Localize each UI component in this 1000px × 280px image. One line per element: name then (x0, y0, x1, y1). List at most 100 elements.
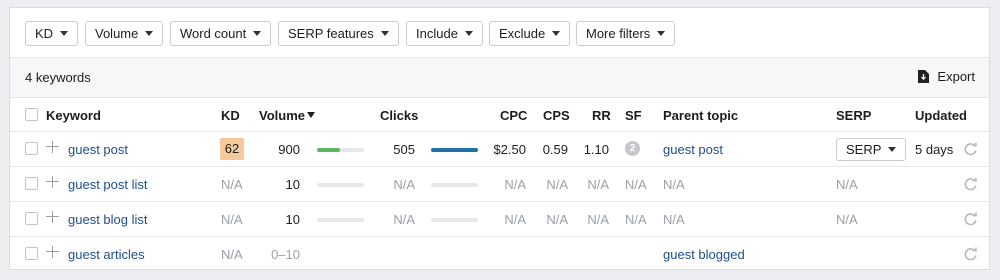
clicks-value: N/A (393, 177, 415, 192)
plus-icon[interactable] (46, 175, 59, 188)
keywords-panel: KD Volume Word count SERP features Inclu… (9, 7, 990, 270)
refresh-icon[interactable] (963, 247, 978, 262)
col-cps[interactable]: CPS (543, 108, 570, 123)
keyword-count: 4 keywords (25, 70, 91, 85)
volume-value: 10 (285, 212, 300, 227)
export-label: Export (937, 69, 975, 84)
filter-word-count-button[interactable]: Word count (170, 21, 272, 46)
serp-dropdown-button[interactable]: SERP (836, 138, 907, 161)
rr-value: N/A (587, 177, 609, 192)
filter-bar: KD Volume Word count SERP features Inclu… (10, 8, 989, 58)
clicks-bar (431, 183, 478, 187)
cpc-value: N/A (504, 212, 526, 227)
col-clicks[interactable]: Clicks (380, 108, 418, 123)
cpc-value: $2.50 (493, 142, 526, 157)
volume-value: 0–10 (271, 247, 300, 262)
row-checkbox[interactable] (25, 177, 38, 190)
table-row: guest post list N/A 10 N/A N/A N/A N/A N… (10, 167, 989, 202)
plus-icon[interactable] (46, 140, 59, 153)
rr-value: 1.10 (583, 142, 609, 157)
col-cpc[interactable]: CPC (500, 108, 527, 123)
clicks-bar (431, 218, 478, 222)
clicks-value: 505 (393, 142, 415, 157)
cps-value: N/A (546, 177, 568, 192)
rr-value: N/A (587, 212, 609, 227)
serp-value: N/A (836, 212, 858, 227)
kd-badge: 62 (220, 138, 244, 160)
keyword-link[interactable]: guest blog list (68, 212, 148, 227)
table-row: guest blog list N/A 10 N/A N/A N/A N/A N… (10, 202, 989, 237)
select-all-checkbox[interactable] (25, 108, 38, 121)
volume-bar (317, 148, 364, 152)
parent-topic-link[interactable]: guest blogged (663, 247, 745, 262)
filter-label: Volume (95, 26, 139, 41)
col-kd[interactable]: KD (221, 108, 240, 123)
filter-include-button[interactable]: Include (406, 21, 483, 46)
volume-bar (317, 218, 364, 222)
kd-value: N/A (221, 177, 243, 192)
filter-more-button[interactable]: More filters (576, 21, 676, 46)
col-volume[interactable]: Volume (259, 108, 315, 123)
filter-label: More filters (586, 26, 651, 41)
keyword-link[interactable]: guest post list (68, 177, 148, 192)
col-updated[interactable]: Updated (915, 108, 967, 123)
filter-label: KD (35, 26, 54, 41)
volume-bar-fill (317, 148, 340, 152)
cpc-value: N/A (504, 177, 526, 192)
volume-value: 10 (285, 177, 300, 192)
chevron-down-icon (145, 31, 154, 36)
table-row: guest articles N/A 0–10 guest blogged (10, 237, 989, 272)
volume-bar (317, 183, 364, 187)
chevron-down-icon (657, 31, 666, 36)
results-summary-bar: 4 keywords Export (10, 58, 989, 98)
chevron-down-icon (253, 31, 262, 36)
col-keyword[interactable]: Keyword (46, 108, 101, 123)
col-serp[interactable]: SERP (836, 108, 871, 123)
cps-value: 0.59 (542, 142, 568, 157)
parent-topic-value: N/A (663, 177, 685, 192)
col-sf[interactable]: SF (625, 108, 642, 123)
filter-kd-button[interactable]: KD (25, 21, 79, 46)
chevron-down-icon (380, 31, 389, 36)
filter-label: Exclude (499, 26, 546, 41)
refresh-icon[interactable] (963, 142, 978, 157)
serp-features-badge[interactable]: 2 (625, 141, 640, 156)
kd-value: N/A (221, 247, 243, 262)
filter-exclude-button[interactable]: Exclude (489, 21, 571, 46)
col-rr[interactable]: RR (592, 108, 611, 123)
chevron-down-icon (552, 31, 561, 36)
plus-icon[interactable] (46, 210, 59, 223)
clicks-bar-fill (431, 148, 478, 152)
keyword-link[interactable]: guest post (68, 142, 128, 157)
serp-value: N/A (836, 177, 858, 192)
chevron-down-icon (464, 31, 473, 36)
col-volume-label: Volume (259, 108, 305, 123)
serp-button-label: SERP (846, 142, 882, 157)
filter-volume-button[interactable]: Volume (85, 21, 164, 46)
clicks-value: N/A (393, 212, 415, 227)
filter-label: Word count (180, 26, 247, 41)
sf-value: N/A (625, 212, 647, 227)
volume-value: 900 (278, 142, 300, 157)
clicks-bar (431, 148, 478, 152)
refresh-icon[interactable] (963, 212, 978, 227)
filter-label: SERP features (288, 26, 374, 41)
parent-topic-link[interactable]: guest post (663, 142, 723, 157)
table-row: guest post 62 900 505 $2.50 0.59 1.10 2 … (10, 132, 989, 167)
col-parent-topic[interactable]: Parent topic (663, 108, 738, 123)
table-header: Keyword KD Volume Clicks CPC CPS RR SF P… (10, 98, 989, 132)
plus-icon[interactable] (46, 245, 59, 258)
download-icon (918, 70, 930, 83)
filter-label: Include (416, 26, 458, 41)
export-button[interactable]: Export (918, 69, 975, 84)
cps-value: N/A (546, 212, 568, 227)
keyword-link[interactable]: guest articles (68, 247, 145, 262)
refresh-icon[interactable] (963, 177, 978, 192)
row-checkbox[interactable] (25, 142, 38, 155)
updated-value: 5 days (915, 142, 954, 157)
chevron-down-icon (888, 147, 897, 152)
row-checkbox[interactable] (25, 247, 38, 260)
row-checkbox[interactable] (25, 212, 38, 225)
filter-serp-features-button[interactable]: SERP features (278, 21, 399, 46)
sf-value: N/A (625, 177, 647, 192)
